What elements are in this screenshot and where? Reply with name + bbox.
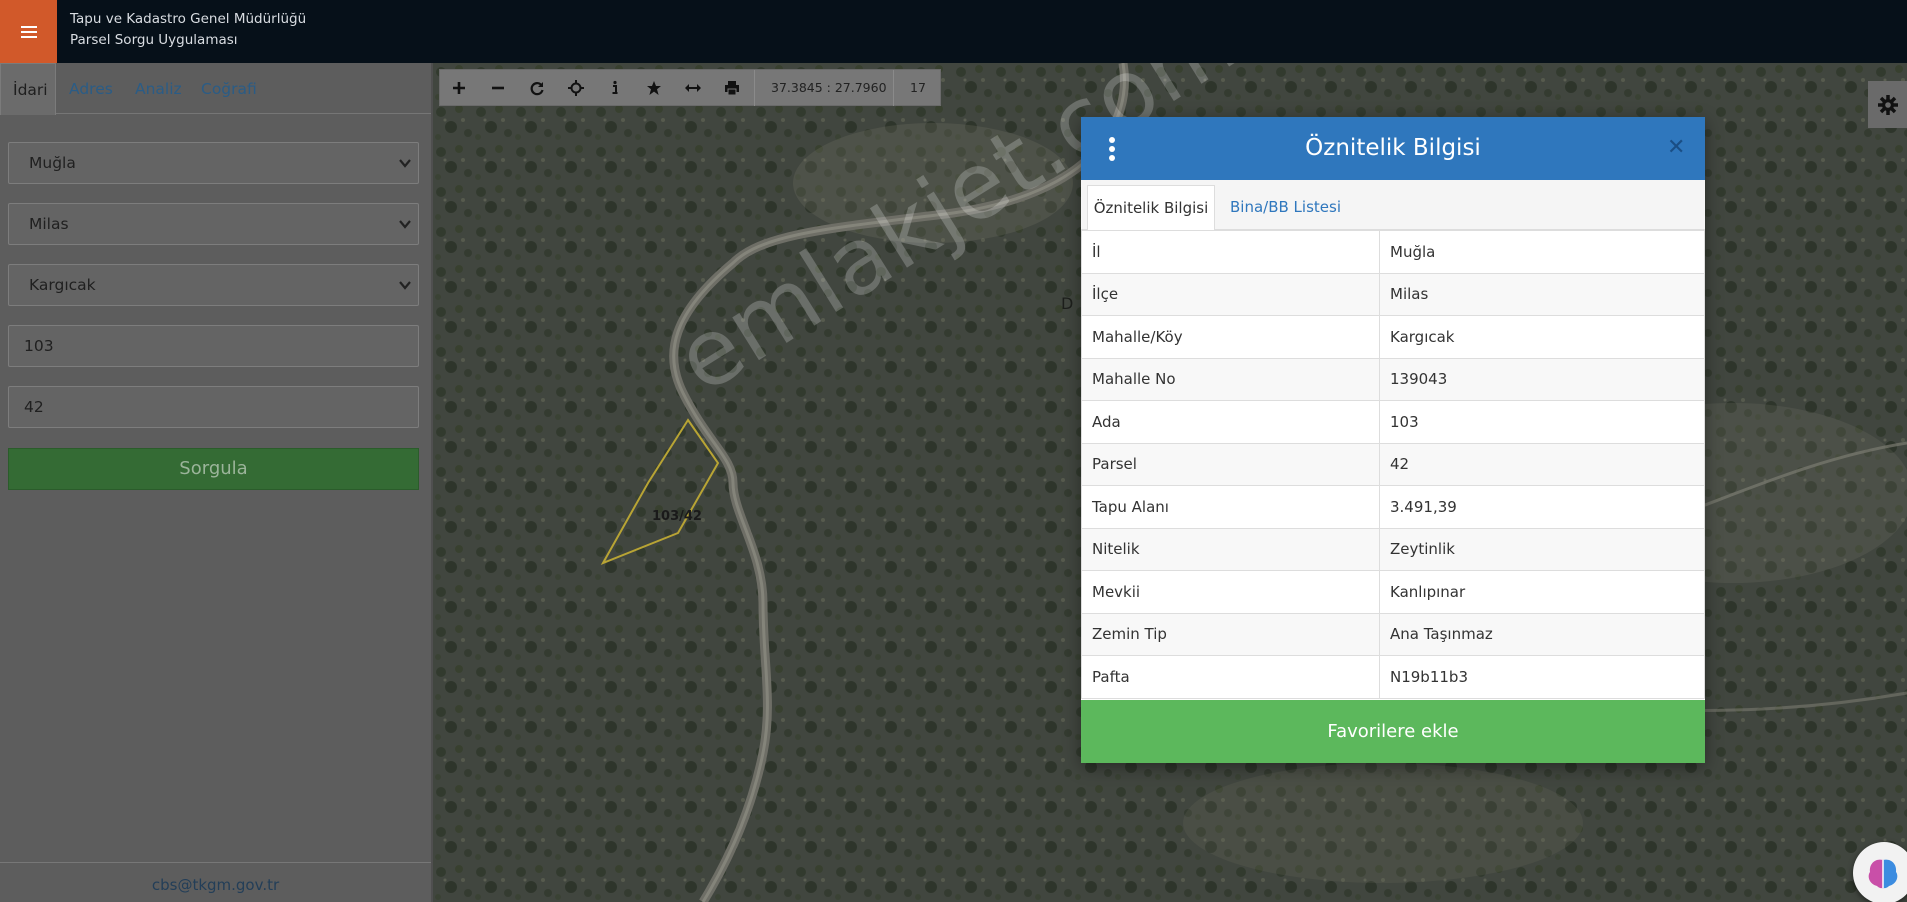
- map-toolbar: 37.3845 : 27.7960 17: [439, 69, 941, 106]
- attribute-value: N19b11b3: [1379, 655, 1705, 699]
- locate-button[interactable]: [557, 70, 595, 106]
- table-row: Pafta N19b11b3: [1081, 655, 1705, 699]
- toolbar-divider: [893, 70, 894, 106]
- close-icon[interactable]: ✕: [1667, 137, 1685, 159]
- attribute-key: Mevkii: [1081, 570, 1380, 614]
- ilce-select-value: Milas: [29, 215, 69, 233]
- sorgula-button[interactable]: Sorgula: [8, 448, 419, 490]
- tab-adres[interactable]: Adres: [69, 63, 113, 114]
- attribute-value: 139043: [1379, 357, 1705, 401]
- attribute-value: 103: [1379, 400, 1705, 444]
- dialog-title: Öznitelik Bilgisi: [1305, 135, 1481, 161]
- gear-icon: [1877, 94, 1898, 115]
- attribute-value: Muğla: [1379, 230, 1705, 274]
- road-label: D: [1061, 294, 1074, 313]
- tab-analiz[interactable]: Analiz: [135, 63, 182, 114]
- app-title-line1: Tapu ve Kadastro Genel Müdürlüğü: [70, 11, 307, 27]
- tab-cografi[interactable]: Coğrafi: [201, 63, 257, 114]
- attribute-key: Mahalle/Köy: [1081, 315, 1380, 359]
- settings-button[interactable]: [1868, 81, 1907, 128]
- table-row: Tapu Alanı 3.491,39: [1081, 485, 1705, 529]
- il-select[interactable]: Muğla: [8, 142, 419, 184]
- favorite-button[interactable]: [635, 70, 673, 106]
- info-button[interactable]: [596, 70, 634, 106]
- parcel-label: 103/42: [652, 509, 702, 524]
- app-title: Tapu ve Kadastro Genel Müdürlüğü Parsel …: [70, 9, 306, 51]
- chevron-down-icon: [399, 159, 411, 168]
- attribute-value: Ana Taşınmaz: [1379, 612, 1705, 656]
- parsel-input[interactable]: 42: [8, 386, 419, 428]
- menu-button[interactable]: [0, 0, 57, 63]
- attribute-value: 42: [1379, 442, 1705, 486]
- attribute-value: Zeytinlik: [1379, 527, 1705, 571]
- zoom-in-button[interactable]: [440, 70, 478, 106]
- attribute-key: Pafta: [1081, 655, 1380, 699]
- attribute-key: Mahalle No: [1081, 357, 1380, 401]
- assistant-button[interactable]: [1853, 842, 1907, 902]
- zoom-out-button[interactable]: [479, 70, 517, 106]
- brain-icon: [1868, 859, 1898, 889]
- dialog-header: Öznitelik Bilgisi ✕: [1081, 117, 1705, 180]
- tab-oznitelik-bilgisi[interactable]: Öznitelik Bilgisi: [1087, 185, 1215, 231]
- table-row: Parsel 42: [1081, 442, 1705, 486]
- app-title-line2: Parsel Sorgu Uygulaması: [70, 32, 238, 48]
- print-icon: [725, 81, 739, 96]
- attribute-table: İl Muğla İlçe Milas Mahalle/Köy Kargıcak Mahal…: [1081, 230, 1705, 699]
- chevron-down-icon: [399, 281, 411, 290]
- locate-icon: [568, 80, 584, 96]
- mahalle-select-value: Kargıcak: [29, 276, 96, 294]
- table-row: İl Muğla: [1081, 230, 1705, 274]
- tab-idari[interactable]: İdari: [0, 63, 56, 115]
- attribute-key: Ada: [1081, 400, 1380, 444]
- attribute-value: Kanlıpınar: [1379, 570, 1705, 614]
- mahalle-select[interactable]: Kargıcak: [8, 264, 419, 306]
- attribute-value: Kargıcak: [1379, 315, 1705, 359]
- table-row: Mahalle No 139043: [1081, 357, 1705, 401]
- attribute-key: İl: [1081, 230, 1380, 274]
- favorite-star-icon: [647, 81, 661, 95]
- table-row: Nitelik Zeytinlik: [1081, 527, 1705, 571]
- top-bar: Tapu ve Kadastro Genel Müdürlüğü Parsel …: [0, 0, 1907, 63]
- attribute-key: Zemin Tip: [1081, 612, 1380, 656]
- table-row: İlçe Milas: [1081, 272, 1705, 316]
- attribute-value: Milas: [1379, 272, 1705, 316]
- zoom-in-icon: [453, 82, 465, 94]
- ilce-select[interactable]: Milas: [8, 203, 419, 245]
- attribute-dialog: Öznitelik Bilgisi ✕ Öznitelik Bilgisi Bi…: [1081, 117, 1705, 763]
- zoom-level: 17: [910, 80, 926, 95]
- coordinates-readout: 37.3845 : 27.7960: [771, 80, 887, 95]
- chevron-down-icon: [399, 220, 411, 229]
- print-button[interactable]: [713, 70, 751, 106]
- contact-email-link[interactable]: cbs@tkgm.gov.tr: [0, 862, 431, 902]
- dialog-tabs: Öznitelik Bilgisi Bina/BB Listesi: [1081, 180, 1705, 231]
- info-icon: [612, 80, 618, 94]
- measure-button[interactable]: [674, 70, 712, 106]
- sidebar: İdari Adres Analiz Coğrafi Muğla Milas K…: [0, 63, 433, 902]
- table-row: Zemin Tip Ana Taşınmaz: [1081, 612, 1705, 656]
- sidebar-tabs: İdari Adres Analiz Coğrafi: [0, 63, 431, 115]
- measure-icon: [685, 84, 701, 92]
- attribute-key: Tapu Alanı: [1081, 485, 1380, 529]
- table-row: Ada 103: [1081, 400, 1705, 444]
- attribute-key: Parsel: [1081, 442, 1380, 486]
- ada-input[interactable]: 103: [8, 325, 419, 367]
- tab-bina-bb-listesi[interactable]: Bina/BB Listesi: [1230, 185, 1341, 230]
- table-row: Mahalle/Köy Kargıcak: [1081, 315, 1705, 359]
- toolbar-divider: [754, 70, 755, 106]
- attribute-value: 3.491,39: [1379, 485, 1705, 529]
- table-row: Mevkii Kanlıpınar: [1081, 570, 1705, 614]
- refresh-icon: [530, 82, 544, 96]
- zoom-out-icon: [492, 86, 504, 90]
- refresh-button[interactable]: [518, 70, 556, 106]
- attribute-key: Nitelik: [1081, 527, 1380, 571]
- hamburger-icon: [20, 30, 37, 33]
- attribute-key: İlçe: [1081, 272, 1380, 316]
- il-select-value: Muğla: [29, 154, 76, 172]
- add-favorite-button[interactable]: Favorilere ekle: [1081, 700, 1705, 763]
